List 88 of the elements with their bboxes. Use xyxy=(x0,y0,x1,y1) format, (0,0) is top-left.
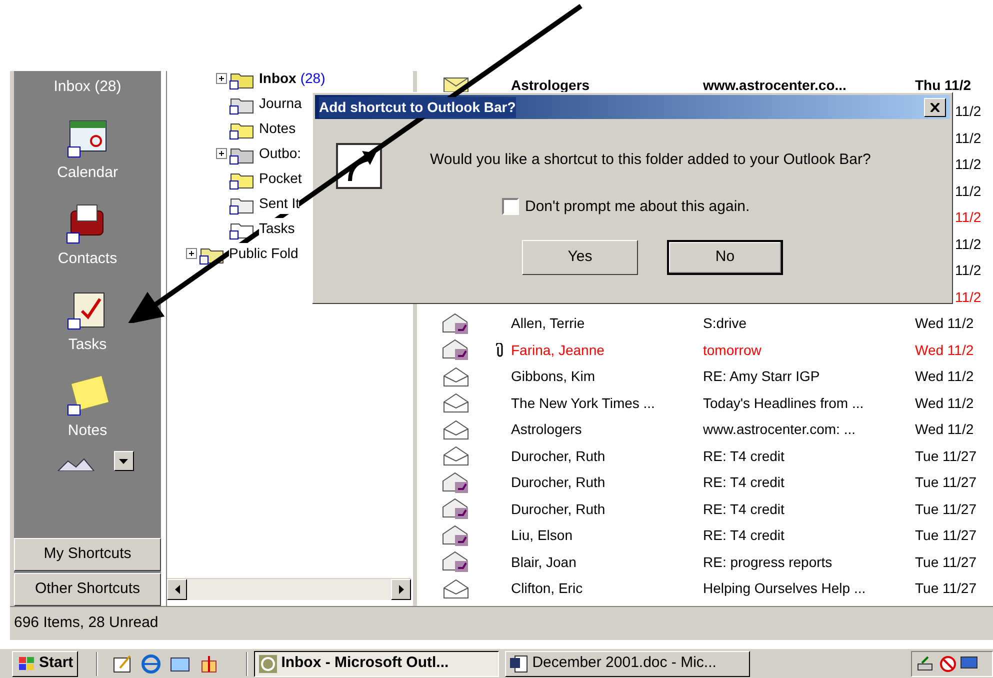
replied-envelope-icon xyxy=(442,472,470,494)
dialog-button[interactable]: Yes xyxy=(522,240,638,275)
sender-cell: Blair, Joan xyxy=(511,554,576,570)
date-cell: Thu 11/2 xyxy=(915,76,972,93)
date-cell: 11/2 xyxy=(955,236,982,252)
date-cell: 11/2 xyxy=(955,130,982,146)
subject-cell: tomorrow xyxy=(703,342,762,358)
checkbox-label: Don't prompt me about this again. xyxy=(525,196,750,216)
subject-cell: RE: T4 credit xyxy=(703,527,784,544)
expand-icon[interactable] xyxy=(216,73,226,84)
date-cell: Wed 11/2 xyxy=(915,421,974,438)
date-cell: Wed 11/2 xyxy=(915,368,974,384)
shortcut-label[interactable]: Calendar xyxy=(57,163,118,183)
date-cell: Tue 11/27 xyxy=(915,554,976,570)
sender-cell: Farina, Jeanne xyxy=(511,342,604,358)
sender-cell: Allen, Terrie xyxy=(511,315,585,332)
close-button[interactable] xyxy=(924,98,946,116)
date-cell: 11/2 xyxy=(955,156,982,172)
date-cell: Wed 11/2 xyxy=(915,342,974,358)
subject-cell: www.astrocenter.co... xyxy=(703,76,846,93)
sender-cell: Liu, Elson xyxy=(511,527,572,544)
subject-cell: RE: T4 credit xyxy=(703,448,784,464)
open-envelope-icon xyxy=(443,446,469,466)
subject-cell: Today's Headlines from ... xyxy=(703,394,864,411)
start-button[interactable]: Start xyxy=(12,650,78,676)
horizontal-scrollbar[interactable] xyxy=(167,578,411,600)
paperclip-icon xyxy=(496,343,504,358)
status-text: 696 Items, 28 Unread xyxy=(14,613,158,634)
close-icon xyxy=(930,102,940,112)
open-envelope-icon xyxy=(443,420,469,440)
sender-cell: Astrologers xyxy=(511,76,590,93)
blocked-icon[interactable] xyxy=(939,654,957,672)
replied-envelope-icon xyxy=(442,339,470,362)
group-button[interactable]: Other Shortcuts xyxy=(14,573,161,606)
date-cell: 11/2 xyxy=(955,288,982,305)
subject-cell: RE: progress reports xyxy=(703,554,832,570)
expand-icon[interactable] xyxy=(216,148,226,159)
subject-cell: Helping Ourselves Help ... xyxy=(703,580,866,596)
date-cell: Wed 11/2 xyxy=(915,315,974,332)
replied-envelope-icon xyxy=(442,312,470,335)
sender-cell: Clifton, Eric xyxy=(511,580,583,596)
replied-envelope-icon xyxy=(442,524,470,547)
scroll-down-button[interactable] xyxy=(114,451,134,471)
unread-count: (28) xyxy=(300,69,326,88)
date-cell: Tue 11/27 xyxy=(915,500,976,517)
replied-envelope-icon xyxy=(442,551,470,574)
date-cell: Tue 11/27 xyxy=(915,527,976,544)
sender-cell: Astrologers xyxy=(511,421,582,438)
date-cell: Tue 11/27 xyxy=(915,448,976,464)
shortcut-label[interactable]: Tasks xyxy=(68,335,107,355)
document-icon xyxy=(509,654,530,674)
date-cell: Tue 11/27 xyxy=(915,580,976,596)
open-envelope-icon xyxy=(443,578,469,599)
down-caret-icon xyxy=(119,458,128,464)
subject-cell: RE: Amy Starr IGP xyxy=(703,368,820,384)
right-caret-icon xyxy=(398,585,404,594)
sender-cell: Durocher, Ruth xyxy=(511,500,606,517)
sender-cell: Durocher, Ruth xyxy=(511,448,606,464)
shortcut-label[interactable]: Notes xyxy=(68,421,108,441)
expand-icon[interactable] xyxy=(186,248,196,259)
checkbox[interactable] xyxy=(502,198,519,216)
open-envelope-icon xyxy=(443,393,469,414)
date-cell: Wed 11/2 xyxy=(915,394,974,411)
sender-cell: Durocher, Ruth xyxy=(511,474,606,490)
date-cell: Tue 11/27 xyxy=(915,474,976,490)
dialog-button[interactable]: No xyxy=(667,240,783,275)
subject-cell: www.astrocenter.com: ... xyxy=(703,421,856,438)
browser-icon[interactable] xyxy=(140,652,162,674)
subject-cell: S:drive xyxy=(703,315,747,332)
dialog-title: Add shortcut to Outlook Bar? xyxy=(319,96,516,118)
subject-cell: RE: T4 credit xyxy=(703,500,784,517)
open-envelope-icon xyxy=(443,366,469,387)
task-button[interactable]: Inbox - Microsoft Outl... xyxy=(254,650,500,676)
sender-cell: The New York Times ... xyxy=(511,394,655,411)
shortcut-label[interactable]: Inbox (28) xyxy=(54,77,122,97)
left-caret-icon xyxy=(174,585,180,594)
shortcut-label[interactable]: Contacts xyxy=(58,249,118,269)
dialog-message: Would you like a shortcut to this folder added to your Outlook Bar? xyxy=(430,150,871,170)
date-cell: 11/2 xyxy=(955,103,982,120)
windows-logo-icon xyxy=(17,654,37,672)
group-button[interactable]: My Shortcuts xyxy=(14,538,161,571)
sender-cell: Gibbons, Kim xyxy=(511,368,596,384)
date-cell: 11/2 xyxy=(955,209,982,226)
task-button[interactable]: December 2001.doc - Mic... xyxy=(505,650,750,676)
replied-envelope-icon xyxy=(442,498,470,520)
date-cell: 11/2 xyxy=(955,182,982,199)
date-cell: 11/2 xyxy=(955,262,982,278)
subject-cell: RE: T4 credit xyxy=(703,474,784,490)
